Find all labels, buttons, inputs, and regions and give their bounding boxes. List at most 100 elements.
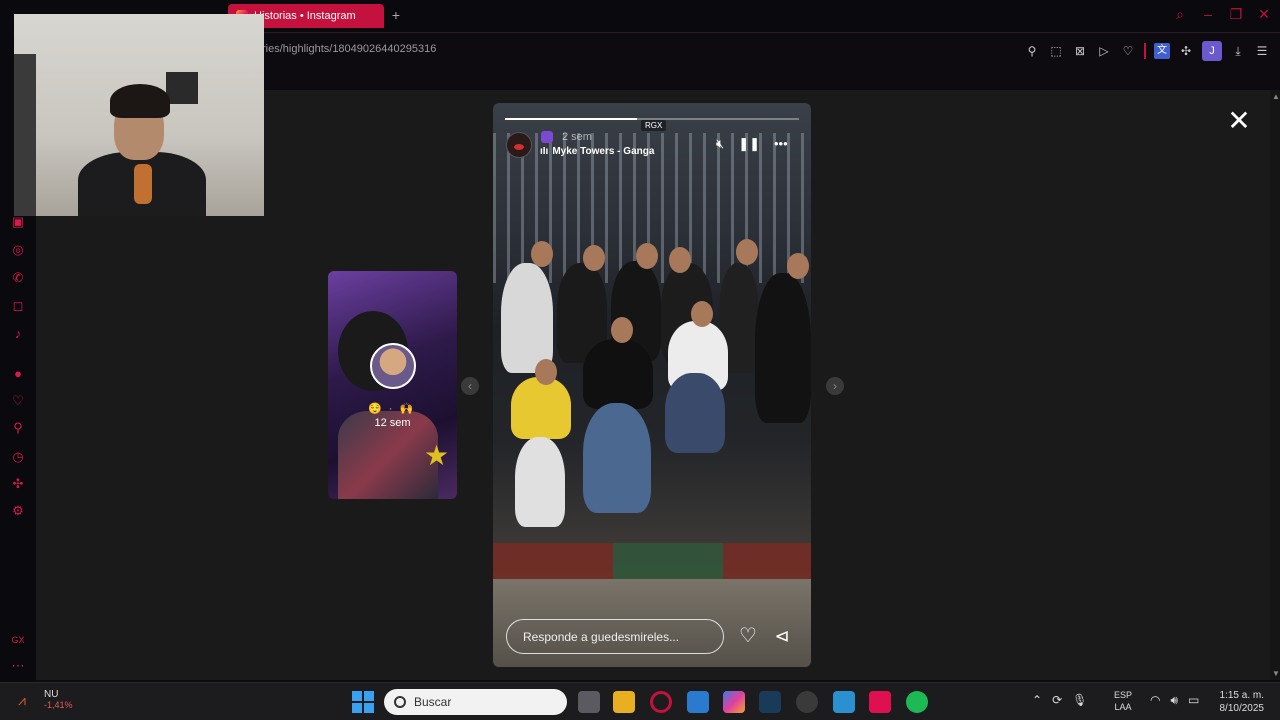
windows-start-icon[interactable] xyxy=(352,691,374,713)
twitch-icon[interactable]: ▣ xyxy=(10,214,26,230)
scroll-down-icon[interactable]: ▼ xyxy=(1272,669,1280,678)
prev-story-time: 12 sem xyxy=(374,417,411,429)
mute-icon[interactable]: 🔇︎ xyxy=(716,136,724,152)
download-icon[interactable]: ⤓ xyxy=(1230,43,1246,59)
reply-input[interactable]: Responde a guedesmireles... xyxy=(506,619,724,654)
system-tray: ⌃ ⟳ 🎙︎ xyxy=(1032,693,1087,707)
search-icon[interactable]: ⌕ xyxy=(1172,6,1188,23)
history-icon[interactable]: ◷ xyxy=(10,449,26,465)
stock-change: -1,41% xyxy=(44,700,73,710)
next-arrow-icon[interactable]: › xyxy=(826,377,844,395)
clock[interactable]: 1:15 a. m. 8/10/2025 xyxy=(1220,689,1265,715)
settings-icon[interactable]: ⚙ xyxy=(10,503,26,519)
sync-icon[interactable]: ⟳ xyxy=(1052,693,1062,707)
current-story[interactable] xyxy=(493,103,811,667)
toolbar-divider xyxy=(1144,43,1146,59)
webcam-door xyxy=(14,54,36,216)
more-icon[interactable]: ⋯ xyxy=(10,658,26,674)
file-explorer-icon[interactable] xyxy=(613,691,635,713)
story-user-avatar[interactable] xyxy=(506,132,532,158)
minimize-button[interactable]: – xyxy=(1200,6,1216,23)
spotify-icon[interactable] xyxy=(906,691,928,713)
taskbar-search[interactable]: Buscar xyxy=(384,689,567,715)
tiktok-icon[interactable]: ♪ xyxy=(10,326,26,342)
pause-icon[interactable]: ❚❚ xyxy=(738,136,760,152)
scroll-up-icon[interactable]: ▲ xyxy=(1272,92,1280,101)
story-progress-fill xyxy=(505,118,638,120)
toolbar: ⚲ ⬚ ⊠ ▷ ♡ 文 ✣ J ⤓ ☰ xyxy=(1024,41,1270,61)
person-head xyxy=(669,247,691,273)
windows-taskbar: ⩘ NU -1,41% Buscar ⌃ ⟳ 🎙︎ ESP LAA ◠ 🔊︎ ▭… xyxy=(0,682,1280,720)
gx-icon[interactable]: GX xyxy=(10,632,26,648)
clock-date: 8/10/2025 xyxy=(1219,703,1265,714)
story-wall-green xyxy=(613,543,723,579)
url-field[interactable]: ries/highlights/18049026440295316 xyxy=(262,43,436,55)
messenger-icon[interactable]: ◎ xyxy=(10,242,26,258)
story-wall-red xyxy=(493,543,613,579)
extensions-icon[interactable]: ✣ xyxy=(1178,43,1194,59)
opera-gx-icon[interactable] xyxy=(650,691,672,713)
story-wall-red-right xyxy=(723,543,811,579)
story-music[interactable]: ıIı Myke Towers - Ganga xyxy=(540,146,654,157)
mic-icon[interactable]: 🎙︎ xyxy=(1072,693,1087,707)
task-view-icon[interactable] xyxy=(578,691,600,713)
maximize-button[interactable]: ❐ xyxy=(1228,6,1244,23)
prev-story-avatar[interactable] xyxy=(370,343,416,389)
share-send-icon[interactable]: ⊲ xyxy=(770,624,794,648)
person-head xyxy=(691,301,713,327)
status-icons: ◠ 🔊︎ ▭ xyxy=(1150,693,1199,708)
close-story-button[interactable]: ✕ xyxy=(1226,107,1252,135)
search-icon xyxy=(394,696,406,708)
pin-icon[interactable]: ⚲ xyxy=(1024,43,1040,59)
close-window-button[interactable]: ✕ xyxy=(1256,6,1272,23)
copilot-icon[interactable] xyxy=(723,691,745,713)
lang-top: ESP xyxy=(1114,690,1133,700)
prev-story-emojis: 😌 · 🙌 xyxy=(368,403,416,415)
language-indicator[interactable]: ESP LAA xyxy=(1114,689,1132,713)
pin-sidebar-icon[interactable]: ⚲ xyxy=(10,420,26,436)
window-controls: ⌕ – ❐ ✕ xyxy=(1172,6,1272,23)
instagram-sidebar-icon[interactable]: ◻ xyxy=(10,298,26,314)
person xyxy=(755,273,811,423)
vscode-icon[interactable] xyxy=(687,691,709,713)
webcam-wall-art xyxy=(166,72,198,104)
chatgpt-icon[interactable] xyxy=(796,691,818,713)
menu-icon[interactable]: ☰ xyxy=(1254,43,1270,59)
stock-widget[interactable]: ⩘ NU -1,41% xyxy=(18,689,73,710)
capcut-icon[interactable] xyxy=(869,691,891,713)
previous-arrow-icon[interactable]: ‹ xyxy=(461,377,479,395)
stock-name: NU xyxy=(44,689,59,700)
heart-sidebar-icon[interactable]: ♡ xyxy=(10,393,26,409)
wifi-icon[interactable]: ◠ xyxy=(1150,693,1160,708)
chevron-up-icon[interactable]: ⌃ xyxy=(1032,693,1042,707)
user-badge-icon xyxy=(541,131,553,143)
person xyxy=(511,377,571,439)
person xyxy=(515,437,565,527)
person-head xyxy=(531,241,553,267)
new-tab-button[interactable]: + xyxy=(388,7,404,23)
profile-avatar[interactable]: J xyxy=(1202,41,1222,61)
extensions-sidebar-icon[interactable]: ✣ xyxy=(10,476,26,492)
like-heart-icon[interactable]: ♡ xyxy=(736,624,760,648)
play-icon[interactable]: ▷ xyxy=(1096,43,1112,59)
steam-icon[interactable] xyxy=(759,691,781,713)
scrollbar[interactable]: ▲ ▼ xyxy=(1270,90,1280,680)
story-tag: RGX xyxy=(641,120,667,131)
adblock-icon[interactable]: ⊠ xyxy=(1072,43,1088,59)
person-head xyxy=(583,245,605,271)
music-icon[interactable]: ● xyxy=(10,366,26,382)
snapshot-icon[interactable]: ⬚ xyxy=(1048,43,1064,59)
star-icon: ★ xyxy=(424,440,450,471)
person-head xyxy=(611,317,633,343)
battery-icon[interactable]: ▭ xyxy=(1188,693,1199,708)
story-music-label: Myke Towers - Ganga xyxy=(552,146,655,157)
music-bars-icon: ıIı xyxy=(540,146,549,157)
lang-bottom: LAA xyxy=(1114,702,1132,712)
heart-icon[interactable]: ♡ xyxy=(1120,43,1136,59)
more-options-icon[interactable]: ••• xyxy=(774,136,788,152)
app-icon[interactable] xyxy=(833,691,855,713)
whatsapp-icon[interactable]: ✆ xyxy=(10,270,26,286)
person xyxy=(665,373,725,453)
translate-icon[interactable]: 文 xyxy=(1154,43,1170,59)
volume-icon[interactable]: 🔊︎ xyxy=(1170,693,1178,708)
